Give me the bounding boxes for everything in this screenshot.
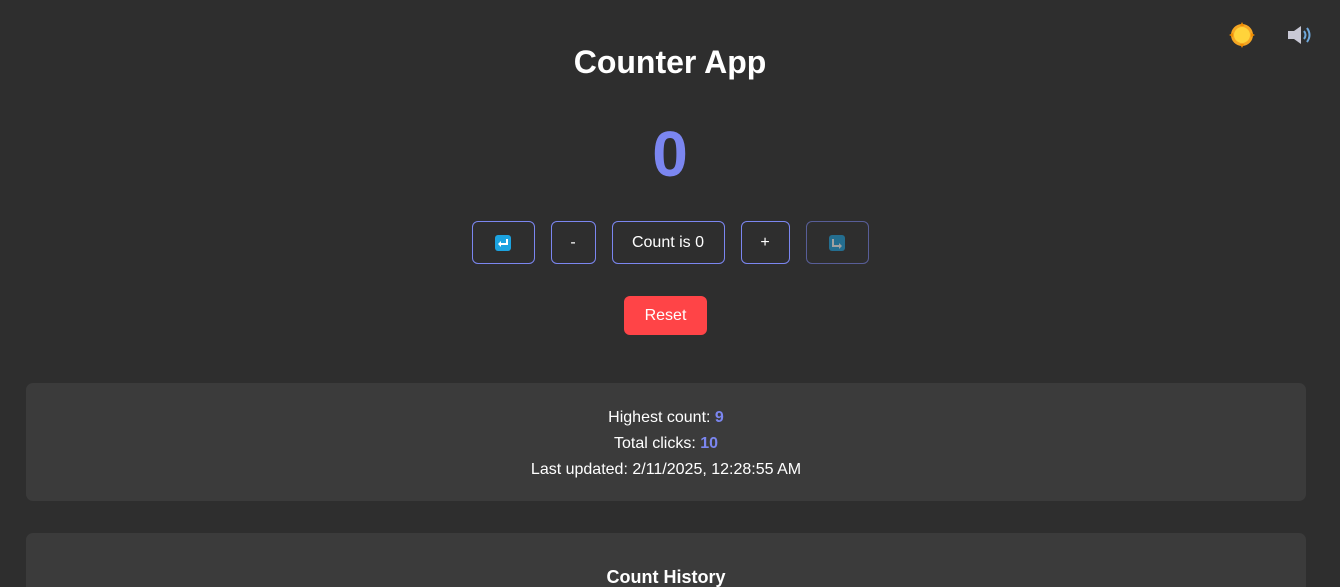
reset-button[interactable]: Reset	[624, 296, 707, 335]
counter-controls: - Count is 0 +	[0, 221, 1340, 264]
count-display: 0	[652, 118, 688, 190]
total-clicks-row: Total clicks: 10	[26, 431, 1306, 457]
undo-icon	[495, 234, 511, 251]
highest-count-value: 9	[714, 409, 724, 426]
total-clicks-value: 10	[700, 435, 719, 452]
page-title: Counter App	[573, 44, 767, 80]
redo-icon	[829, 234, 845, 251]
redo-button[interactable]	[805, 221, 869, 264]
highest-count-row: Highest count: 9	[26, 405, 1306, 431]
total-clicks-label: Total clicks:	[613, 435, 701, 452]
last-updated-row: Last updated: 2/11/2025, 12:28:55 AM	[26, 457, 1306, 483]
undo-button[interactable]	[471, 221, 535, 264]
history-card: Count History	[26, 533, 1306, 587]
history-title: Count History	[606, 567, 726, 587]
increment-button[interactable]: +	[740, 221, 790, 264]
last-updated-value: 2/11/2025, 12:28:55 AM	[632, 461, 802, 478]
count-button[interactable]: Count is 0	[611, 221, 725, 264]
decrement-button[interactable]: -	[550, 221, 596, 264]
highest-count-label: Highest count:	[608, 409, 715, 426]
stats-card: Highest count: 9 Total clicks: 10 Last u…	[26, 383, 1306, 501]
counter-page: Counter App 0 - Count is 0 + Reset Highe…	[0, 0, 1340, 587]
last-updated-label: Last updated:	[530, 461, 633, 478]
